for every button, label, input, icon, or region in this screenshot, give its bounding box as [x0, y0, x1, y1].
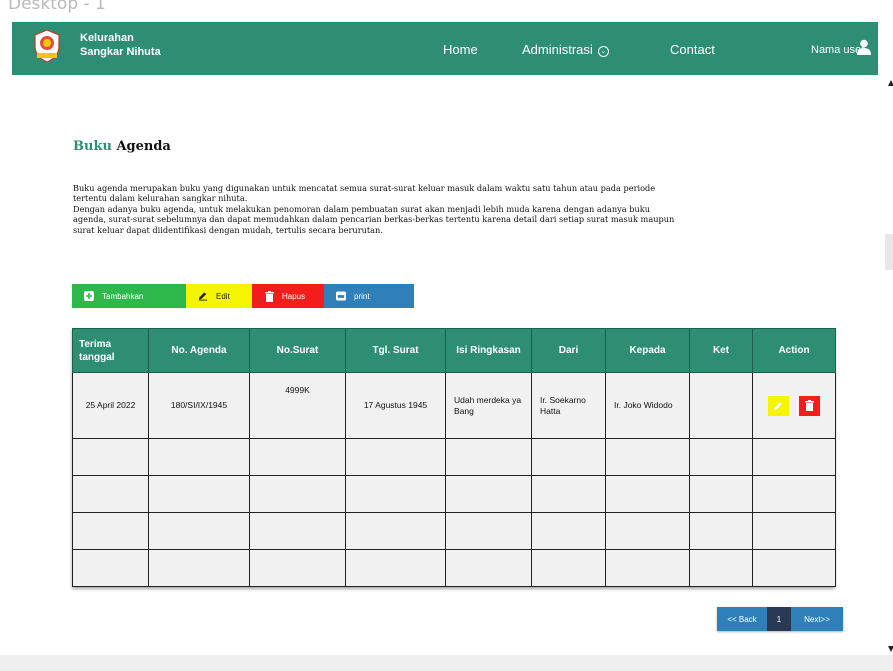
page-number[interactable]: 1	[767, 607, 791, 631]
bottom-strip	[0, 655, 893, 671]
plus-icon	[84, 291, 94, 301]
nav-administrasi[interactable]: Administrasi ⌄	[522, 42, 609, 57]
user-icon[interactable]	[857, 39, 871, 55]
col-header[interactable]: Terima tanggal	[72, 328, 149, 373]
cell-no-surat: 4999K	[249, 372, 346, 439]
brand-line-1: Kelurahan	[80, 32, 134, 44]
print-button[interactable]: print	[324, 284, 414, 308]
table-header-row: Terima tanggal No. Agenda No.Surat Tgl. …	[72, 328, 836, 373]
cell-action	[752, 372, 836, 439]
cell-dari: Ir. Soekarno Hatta	[531, 372, 606, 439]
col-header[interactable]: Dari	[531, 328, 606, 373]
pagination: << Back 1 Next>>	[717, 607, 843, 631]
nav-administrasi-label: Administrasi	[522, 42, 593, 57]
print-button-label: print	[354, 291, 370, 301]
scroll-down-icon[interactable]	[888, 646, 893, 652]
page-title-rest: Agenda	[116, 139, 171, 154]
table-row	[72, 549, 836, 587]
description-line: tertentu dalam kelurahan sangkar nihuta.	[73, 193, 248, 204]
scroll-thumb[interactable]	[885, 234, 893, 270]
table-row	[72, 475, 836, 513]
row-edit-button[interactable]	[767, 395, 789, 416]
print-icon	[336, 291, 346, 301]
cell-isi-ringkasan: Udah merdeka ya Bang	[445, 372, 532, 439]
col-header[interactable]: No. Agenda	[148, 328, 250, 373]
back-button[interactable]: << Back	[717, 607, 767, 631]
pencil-icon	[774, 401, 783, 410]
chevron-down-icon: ⌄	[597, 46, 609, 57]
cell-no-agenda: 180/SI/IX/1945	[148, 372, 250, 439]
description-line: surat keluar dapat diidentifikasi dengan…	[73, 224, 383, 235]
delete-button[interactable]: Hapus	[252, 284, 324, 308]
description-line: Dengan adanya buku agenda, untuk melakuk…	[73, 203, 650, 214]
next-button[interactable]: Next>>	[791, 607, 843, 631]
page-description: Buku agenda merupakan buku yang digunaka…	[73, 183, 773, 235]
page-title: Buku Agenda	[73, 139, 171, 154]
col-header[interactable]: No.Surat	[249, 328, 346, 373]
trash-icon	[264, 290, 274, 302]
table-row[interactable]: 25 April 2022 180/SI/IX/1945 4999K 17 Ag…	[72, 372, 836, 439]
delete-button-label: Hapus	[282, 291, 306, 301]
table-row	[72, 438, 836, 476]
cell-tgl-surat: 17 Agustus 1945	[345, 372, 446, 439]
edit-button-label: Edit	[216, 291, 230, 301]
trash-icon	[805, 400, 815, 411]
row-delete-button[interactable]	[799, 395, 821, 416]
frame-label: Desktop - 1	[8, 0, 106, 14]
navbar: Kelurahan Sangkar Nihuta Home Administra…	[12, 22, 878, 75]
description-line: agenda, surat-surat sebelumnya dan dapat…	[73, 214, 675, 225]
toolbar: Tambahkan Edit Hapus print	[72, 284, 414, 308]
scrollbar[interactable]	[878, 75, 893, 655]
pencil-icon	[198, 291, 208, 301]
agenda-table: Terima tanggal No. Agenda No.Surat Tgl. …	[72, 328, 836, 587]
page-title-accent: Buku	[73, 139, 112, 154]
scroll-up-icon[interactable]	[888, 80, 893, 86]
nav-contact[interactable]: Contact	[670, 42, 715, 57]
col-header[interactable]: Kepada	[605, 328, 690, 373]
brand-line-2: Sangkar Nihuta	[80, 46, 161, 58]
brand[interactable]: Kelurahan Sangkar Nihuta	[80, 31, 161, 59]
kelurahan-logo	[34, 29, 60, 63]
col-header[interactable]: Isi Ringkasan	[445, 328, 532, 373]
edit-button[interactable]: Edit	[186, 284, 252, 308]
col-header[interactable]: Action	[752, 328, 836, 373]
table-row	[72, 512, 836, 550]
add-button-label: Tambahkan	[102, 291, 144, 301]
col-header[interactable]: Tgl. Surat	[345, 328, 446, 373]
description-line: Buku agenda merupakan buku yang digunaka…	[73, 183, 656, 193]
nav-home[interactable]: Home	[443, 42, 478, 57]
cell-ket	[689, 372, 753, 439]
cell-kepada: Ir. Joko Widodo	[605, 372, 690, 439]
col-header[interactable]: Ket	[689, 328, 753, 373]
add-button[interactable]: Tambahkan	[72, 284, 186, 308]
cell-terima-tanggal: 25 April 2022	[72, 372, 149, 439]
